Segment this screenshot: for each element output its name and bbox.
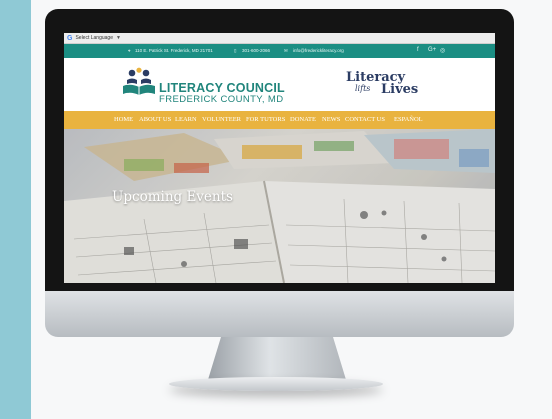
monitor-chin [45, 291, 514, 337]
site-header: LITERACY COUNCIL FREDERICK COUNTY, MD Li… [64, 58, 495, 111]
nav-news[interactable]: NEWS [322, 116, 340, 123]
nav-contact-us[interactable]: CONTACT US [345, 116, 385, 123]
nav-espanol[interactable]: ESPAÑOL [394, 116, 423, 123]
address-text: 110 E. Patrick St. Frederick, MD 21701 [135, 48, 213, 53]
phone-link[interactable]: 301-600-2066 [242, 48, 270, 53]
nav-donate[interactable]: DONATE [290, 116, 316, 123]
nav-volunteer[interactable]: VOLUNTEER [202, 116, 241, 123]
mail-icon: ✉ [284, 48, 288, 53]
logo-title[interactable]: LITERACY COUNCIL [159, 81, 285, 95]
website-screen: G Select Language ▼ ⌖ 110 E. Patrick St.… [64, 33, 495, 283]
decorative-stripe [0, 0, 31, 419]
hero-banner: Upcoming Events [64, 129, 495, 283]
phone-icon: ▯ [234, 48, 237, 53]
logo-subtitle: FREDERICK COUNTY, MD [159, 94, 284, 105]
google-plus-icon[interactable]: G+ [428, 47, 436, 53]
language-selector[interactable]: G Select Language ▼ [64, 33, 495, 44]
monitor: G Select Language ▼ ⌖ 110 E. Patrick St.… [45, 9, 514, 383]
slogan-lifts: lifts [355, 84, 371, 93]
language-label: Select Language [75, 35, 113, 41]
facebook-icon[interactable]: f [417, 47, 419, 53]
hero-title: Upcoming Events [112, 189, 233, 205]
instagram-icon[interactable]: ◎ [440, 47, 445, 54]
google-g-icon: G [67, 34, 73, 42]
main-nav: HOME ABOUT US LEARN VOLUNTEER FOR TUTORS… [64, 111, 495, 129]
nav-about-us[interactable]: ABOUT US [139, 116, 171, 123]
email-link[interactable]: info@frederickliteracy.org [293, 48, 344, 53]
nav-home[interactable]: HOME [114, 116, 133, 123]
book-people-logo-icon[interactable] [121, 67, 157, 98]
open-books-image [64, 129, 495, 283]
location-pin-icon: ⌖ [128, 48, 131, 53]
chevron-down-icon: ▼ [116, 35, 121, 41]
contact-bar: ⌖ 110 E. Patrick St. Frederick, MD 21701… [64, 44, 495, 58]
monitor-stand-base [169, 377, 383, 391]
slogan-lives: Lives [381, 82, 419, 97]
nav-learn[interactable]: LEARN [175, 116, 197, 123]
nav-for-tutors[interactable]: FOR TUTORS [246, 116, 285, 123]
